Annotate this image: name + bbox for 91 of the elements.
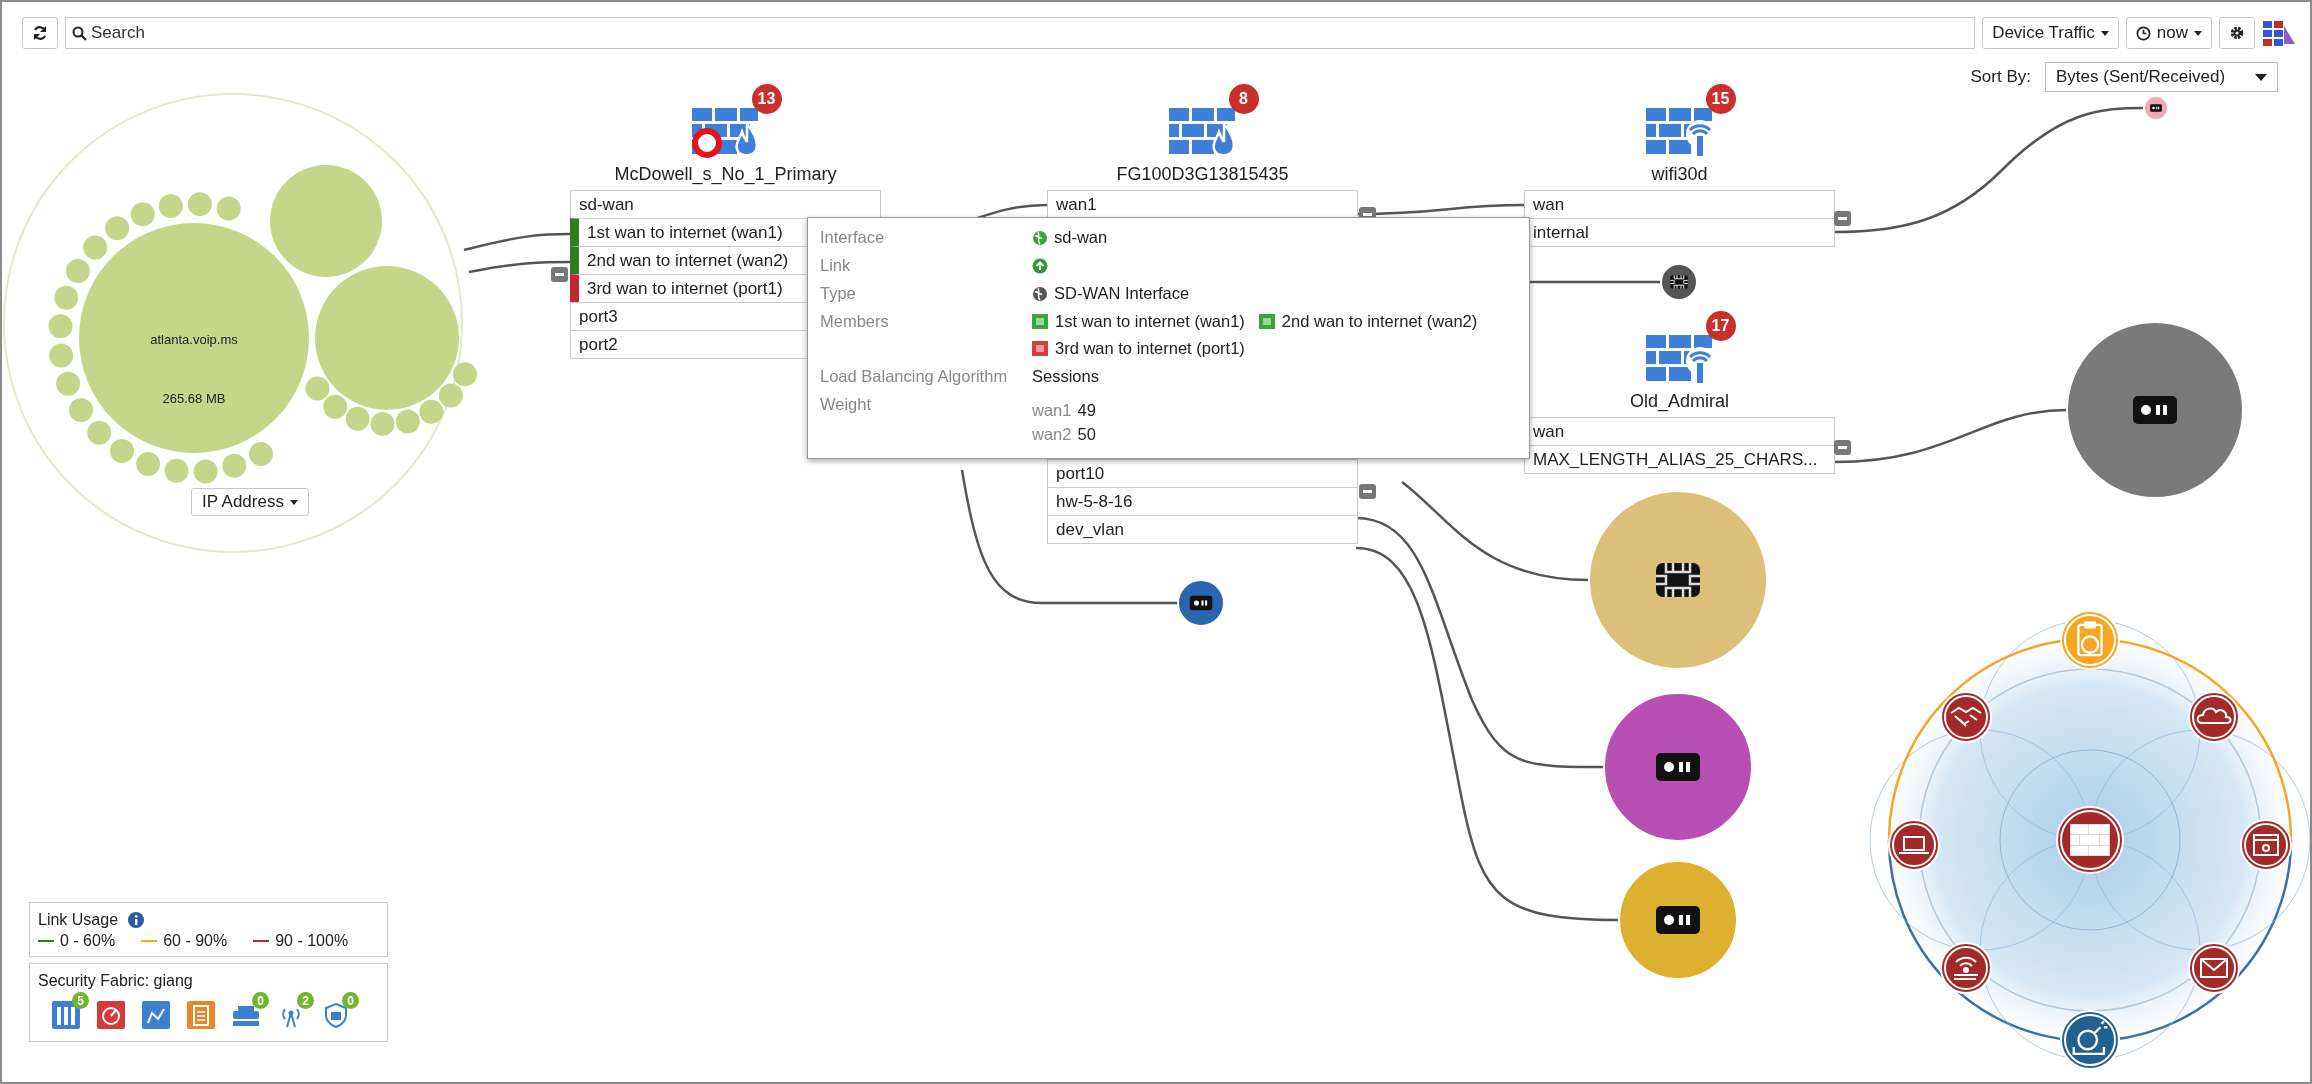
- interface-row[interactable]: hw-5-8-16: [1047, 487, 1358, 516]
- refresh-button[interactable]: [22, 17, 58, 49]
- device-name: McDowell_s_No_1_Primary: [614, 164, 837, 185]
- search-field[interactable]: Search: [65, 17, 1976, 49]
- field-label: Link: [820, 256, 852, 275]
- browser-window-icon: [2253, 834, 2279, 856]
- collapse-button[interactable]: [1359, 484, 1376, 499]
- collapse-button[interactable]: [1834, 211, 1851, 226]
- device-name: wifi30d: [1651, 164, 1708, 185]
- analyzer-icon[interactable]: [142, 1001, 170, 1029]
- field-label: Type: [820, 284, 857, 303]
- weight-interface: wan1: [1032, 401, 1072, 420]
- legend-label: 90 - 100%: [275, 932, 349, 950]
- clipboard-icon[interactable]: [187, 1001, 215, 1029]
- fabric-node[interactable]: [1888, 819, 1940, 871]
- bomb-icon: [2072, 1020, 2109, 1056]
- fabric-logo-icon[interactable]: [2262, 18, 2296, 48]
- device-icon: [1656, 753, 1700, 781]
- gauge-icon[interactable]: [97, 1001, 125, 1029]
- weight-value: 49: [1077, 401, 1096, 420]
- member-name: 2nd wan to internet (wan2): [1281, 312, 1478, 331]
- chip-icon: [1669, 274, 1689, 290]
- search-icon: [72, 26, 87, 41]
- view-dropdown[interactable]: Device Traffic: [1982, 17, 2119, 49]
- chip-icon: [1654, 561, 1702, 599]
- alert-badge: 13: [751, 84, 782, 114]
- settings-button[interactable]: [2219, 17, 2255, 49]
- device-icon: [1656, 906, 1700, 934]
- count-badge: 0: [252, 992, 269, 1009]
- collapse-button[interactable]: [551, 267, 568, 282]
- fabric-node[interactable]: [2188, 691, 2240, 743]
- switch-panel-icon[interactable]: [52, 1001, 80, 1029]
- sort-dropdown[interactable]: Bytes (Sent/Received): [2045, 62, 2278, 92]
- brick-wall-icon: [2070, 824, 2110, 856]
- field-value: SD-WAN Interface: [1054, 284, 1190, 303]
- host-label: atlanta.voip.ms: [150, 332, 238, 347]
- count-badge: 0: [342, 992, 359, 1009]
- fabric-node[interactable]: [2240, 819, 2292, 871]
- interface-row[interactable]: wan1: [1047, 190, 1358, 219]
- field-value: Sessions: [1032, 367, 1100, 386]
- fabric-node[interactable]: [1940, 942, 1992, 994]
- settings-icon: [2229, 25, 2245, 41]
- traffic-value: 265.68 MB: [162, 391, 226, 406]
- fabric-node[interactable]: [2056, 806, 2124, 874]
- count-badge: 2: [297, 992, 314, 1009]
- count-badge: 5: [72, 992, 89, 1009]
- member-name: 3rd wan to internet (port1): [1055, 339, 1245, 358]
- alert-badge: 17: [1705, 311, 1736, 341]
- sort-label: Sort By:: [1970, 67, 2031, 87]
- weight-value: 50: [1077, 425, 1096, 444]
- member-name: 1st wan to internet (wan1): [1055, 312, 1245, 331]
- device-name: FG100D3G13815435: [1116, 164, 1289, 185]
- device-icon: [2133, 396, 2177, 424]
- info-icon[interactable]: [128, 912, 145, 928]
- fabric-node[interactable]: [2188, 942, 2240, 994]
- legend-label: 60 - 90%: [163, 932, 228, 950]
- weight-interface: wan2: [1032, 425, 1072, 444]
- endpoint-node[interactable]: [1660, 263, 1698, 301]
- fabric-node[interactable]: [1940, 691, 1992, 743]
- endpoint-node[interactable]: [1588, 490, 1768, 670]
- fabric-node[interactable]: [2060, 1010, 2120, 1070]
- endpoint-node[interactable]: [1618, 860, 1738, 980]
- interface-row[interactable]: port10: [1047, 459, 1358, 488]
- legend-title: Link Usage: [38, 911, 119, 929]
- legend-label: 0 - 60%: [60, 932, 116, 950]
- interface-row[interactable]: wan: [1524, 190, 1835, 219]
- device-icon: [2150, 104, 2162, 112]
- interface-row[interactable]: dev_vlan: [1047, 515, 1358, 544]
- device-name: Old_Admiral: [1629, 391, 1729, 412]
- alert-badge: 8: [1228, 84, 1259, 114]
- group-by-dropdown[interactable]: IP Address: [191, 488, 309, 516]
- refresh-icon: [32, 25, 48, 41]
- field-value: sd-wan: [1054, 228, 1108, 247]
- time-dropdown[interactable]: now: [2125, 17, 2212, 49]
- mail-icon: [2200, 958, 2228, 978]
- collapse-button[interactable]: [1834, 440, 1851, 455]
- endpoint-node[interactable]: [1177, 579, 1225, 627]
- endpoint-node[interactable]: [2143, 95, 2169, 121]
- interface-row[interactable]: sd-wan: [570, 190, 881, 219]
- cloud-icon: [2196, 707, 2232, 724]
- field-label: Weight: [820, 395, 873, 415]
- endpoint-node[interactable]: [1603, 692, 1753, 842]
- clock-icon: [2135, 25, 2151, 41]
- laptop-icon: [1898, 836, 1930, 854]
- wifi-icon: [1953, 956, 1979, 980]
- fabric-node[interactable]: [2060, 610, 2120, 670]
- fabric-title: Security Fabric: giang: [38, 972, 194, 990]
- alert-badge: 15: [1705, 84, 1736, 114]
- field-label: Load Balancing Algorithm: [820, 367, 1009, 386]
- endpoint-node[interactable]: [2066, 321, 2244, 499]
- clipboard-icon: [2077, 621, 2103, 657]
